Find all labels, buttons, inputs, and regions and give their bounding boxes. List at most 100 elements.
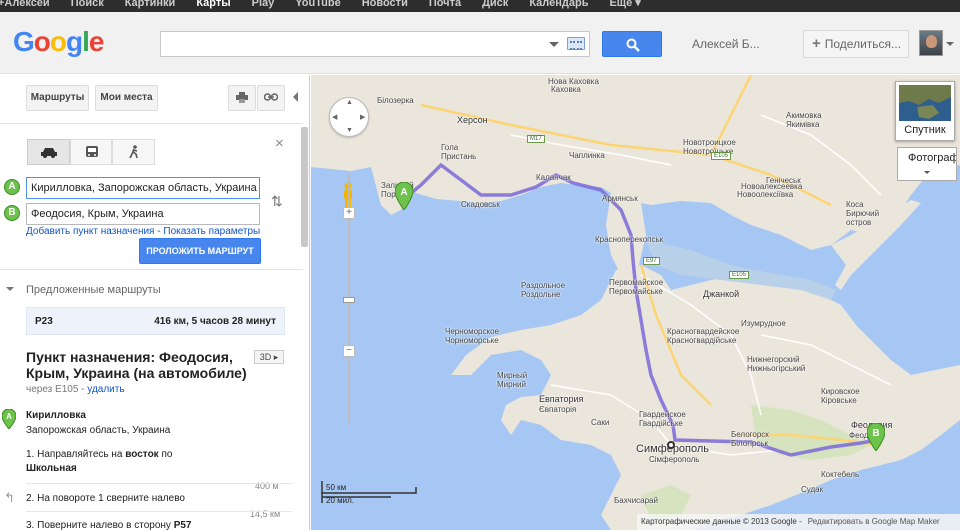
- top-nav-profile[interactable]: +Алексей: [0, 0, 50, 9]
- map-label: Генічеськ: [766, 176, 801, 185]
- pan-left-icon[interactable]: ◀: [332, 113, 337, 121]
- map-label[interactable]: Херсон: [457, 115, 488, 125]
- get-directions-button[interactable]: ПРОЛОЖИТЬ МАРШРУТ: [139, 238, 261, 264]
- map-background: [311, 75, 960, 530]
- mode-car-button[interactable]: [27, 139, 70, 165]
- road-shield: E105: [711, 152, 732, 160]
- zoom-slider[interactable]: + −: [343, 159, 355, 439]
- view-3d-button[interactable]: 3D ▸: [254, 350, 284, 364]
- direction-step[interactable]: 3. Поверните налево в сторону Р57: [26, 519, 191, 530]
- start-location-region: Запорожская область, Украина: [26, 425, 171, 436]
- start-location-name[interactable]: Кирилловка: [26, 410, 86, 421]
- remove-via-link[interactable]: удалить: [87, 384, 124, 395]
- step-text-2: по: [158, 449, 173, 460]
- top-nav-youtube[interactable]: YouTube: [295, 0, 340, 9]
- step-text: Направляйтесь на: [37, 449, 126, 460]
- map-canvas[interactable]: Херсон Нова Каховка Каховка Білозерка Го…: [311, 75, 960, 530]
- suggested-routes-heading[interactable]: Предложенные маршруты: [6, 284, 161, 296]
- close-icon[interactable]: ×: [275, 135, 284, 152]
- pan-control[interactable]: ▲ ▼ ◀ ▶: [329, 97, 369, 137]
- road-shield: E105: [729, 271, 750, 279]
- print-button[interactable]: [228, 85, 256, 111]
- swap-icon[interactable]: ⇅: [271, 193, 283, 210]
- top-nav-maps[interactable]: Карты: [196, 0, 230, 9]
- map-label: Новоолексіївка: [737, 190, 794, 199]
- travel-mode-group: [27, 139, 156, 165]
- avatar[interactable]: [919, 30, 943, 56]
- map-label: Білогірськ: [731, 439, 769, 448]
- route-start-marker-icon[interactable]: A: [395, 182, 413, 210]
- map-label: Якимівка: [786, 120, 820, 129]
- step-bold: Р57: [173, 520, 192, 530]
- top-nav-more[interactable]: Еще ▾: [609, 0, 640, 9]
- waypoint-icon[interactable]: [667, 441, 675, 449]
- photos-chevron-icon: [924, 171, 930, 174]
- divider: [0, 123, 303, 124]
- mode-walk-button[interactable]: [112, 139, 156, 165]
- destination-title: Пункт назначения: Феодосия, Крым, Украин…: [26, 349, 247, 381]
- pan-down-icon[interactable]: ▼: [346, 127, 353, 134]
- route-options-links: Добавить пункт назначения - Показать пар…: [26, 226, 260, 237]
- origin-field[interactable]: Кирилловка, Запорожская область, Украина: [26, 177, 260, 199]
- zoom-out-button[interactable]: −: [343, 345, 355, 357]
- google-logo[interactable]: Google: [13, 26, 104, 58]
- top-nav-calendar[interactable]: Календарь: [529, 0, 588, 9]
- photos-toggle[interactable]: Фотограф: [897, 147, 957, 181]
- user-name[interactable]: Алексей Б...: [692, 37, 760, 51]
- top-nav-play[interactable]: Play: [252, 0, 275, 9]
- via-text: через E105 -: [26, 384, 88, 395]
- map-label: Білозерка: [377, 96, 414, 105]
- top-nav-mail[interactable]: Почта: [429, 0, 461, 9]
- route-option[interactable]: Р23 416 км, 5 часов 28 минут: [26, 307, 285, 335]
- account-chevron-icon[interactable]: [946, 42, 954, 46]
- search-input[interactable]: [160, 31, 590, 57]
- direction-step[interactable]: 2. На повороте 1 сверните налево: [26, 492, 185, 506]
- top-nav-drive[interactable]: Диск: [482, 0, 508, 9]
- route-end-marker-icon[interactable]: B: [867, 423, 885, 451]
- map-label: Изумрудное: [741, 319, 786, 328]
- logo-letter: o: [49, 26, 67, 57]
- satellite-toggle[interactable]: Спутник: [895, 81, 955, 141]
- chevron-down-icon: ▾: [635, 0, 641, 9]
- directions-panel: Маршруты Мои места × A Кирилловка, Запор…: [0, 75, 310, 530]
- satellite-preview: [899, 85, 951, 119]
- add-destination-link[interactable]: Добавить пункт назначения: [26, 226, 154, 237]
- search-dropdown-icon[interactable]: [549, 42, 559, 47]
- road-shield: M17: [527, 135, 545, 143]
- map-label: Акимовка: [786, 111, 822, 120]
- top-nav-news[interactable]: Новости: [362, 0, 408, 9]
- panel-scrollbar[interactable]: [301, 127, 308, 247]
- share-button[interactable]: + Поделиться...: [803, 30, 909, 58]
- zoom-in-button[interactable]: +: [343, 207, 355, 219]
- magnifier-icon: [626, 38, 640, 52]
- top-nav-images[interactable]: Картинки: [125, 0, 176, 9]
- destination-marker-icon: B: [4, 205, 20, 221]
- map-label: Кировское: [821, 387, 860, 396]
- top-nav-search[interactable]: Поиск: [71, 0, 104, 9]
- link-button[interactable]: [257, 85, 285, 111]
- map-label: Скадовськ: [461, 200, 500, 209]
- direction-step[interactable]: 1. Направляйтесь на восток по Школьная: [26, 448, 172, 476]
- collapse-triangle-icon: [6, 287, 14, 291]
- zoom-handle[interactable]: [343, 297, 355, 303]
- destination-field[interactable]: Феодосия, Крым, Украина: [26, 203, 260, 225]
- pan-up-icon[interactable]: ▲: [346, 99, 353, 106]
- mode-transit-button[interactable]: [69, 139, 113, 165]
- pan-right-icon[interactable]: ▶: [360, 113, 365, 121]
- search-button[interactable]: [602, 31, 662, 57]
- header: Google Алексей Б... + Поделиться...: [0, 12, 960, 74]
- map-label: Черноморское: [445, 327, 499, 336]
- tab-routes[interactable]: Маршруты: [26, 85, 89, 111]
- tab-my-places[interactable]: Мои места: [95, 85, 158, 111]
- map-label: Коктебель: [821, 470, 860, 479]
- map-label[interactable]: Джанкой: [703, 289, 739, 299]
- marker-b-label: B: [872, 428, 879, 439]
- map-label: Красноперекопськ: [595, 235, 664, 244]
- map-maker-link[interactable]: Редактировать в Google Map Maker: [808, 517, 940, 526]
- show-options-link[interactable]: Показать параметры: [163, 226, 260, 237]
- collapse-panel-icon[interactable]: [293, 92, 298, 102]
- keyboard-icon[interactable]: [567, 37, 585, 50]
- map-label: Сімферополь: [649, 455, 700, 464]
- map-label[interactable]: Евпатория: [539, 394, 583, 404]
- map-label: Первомайское: [609, 278, 664, 287]
